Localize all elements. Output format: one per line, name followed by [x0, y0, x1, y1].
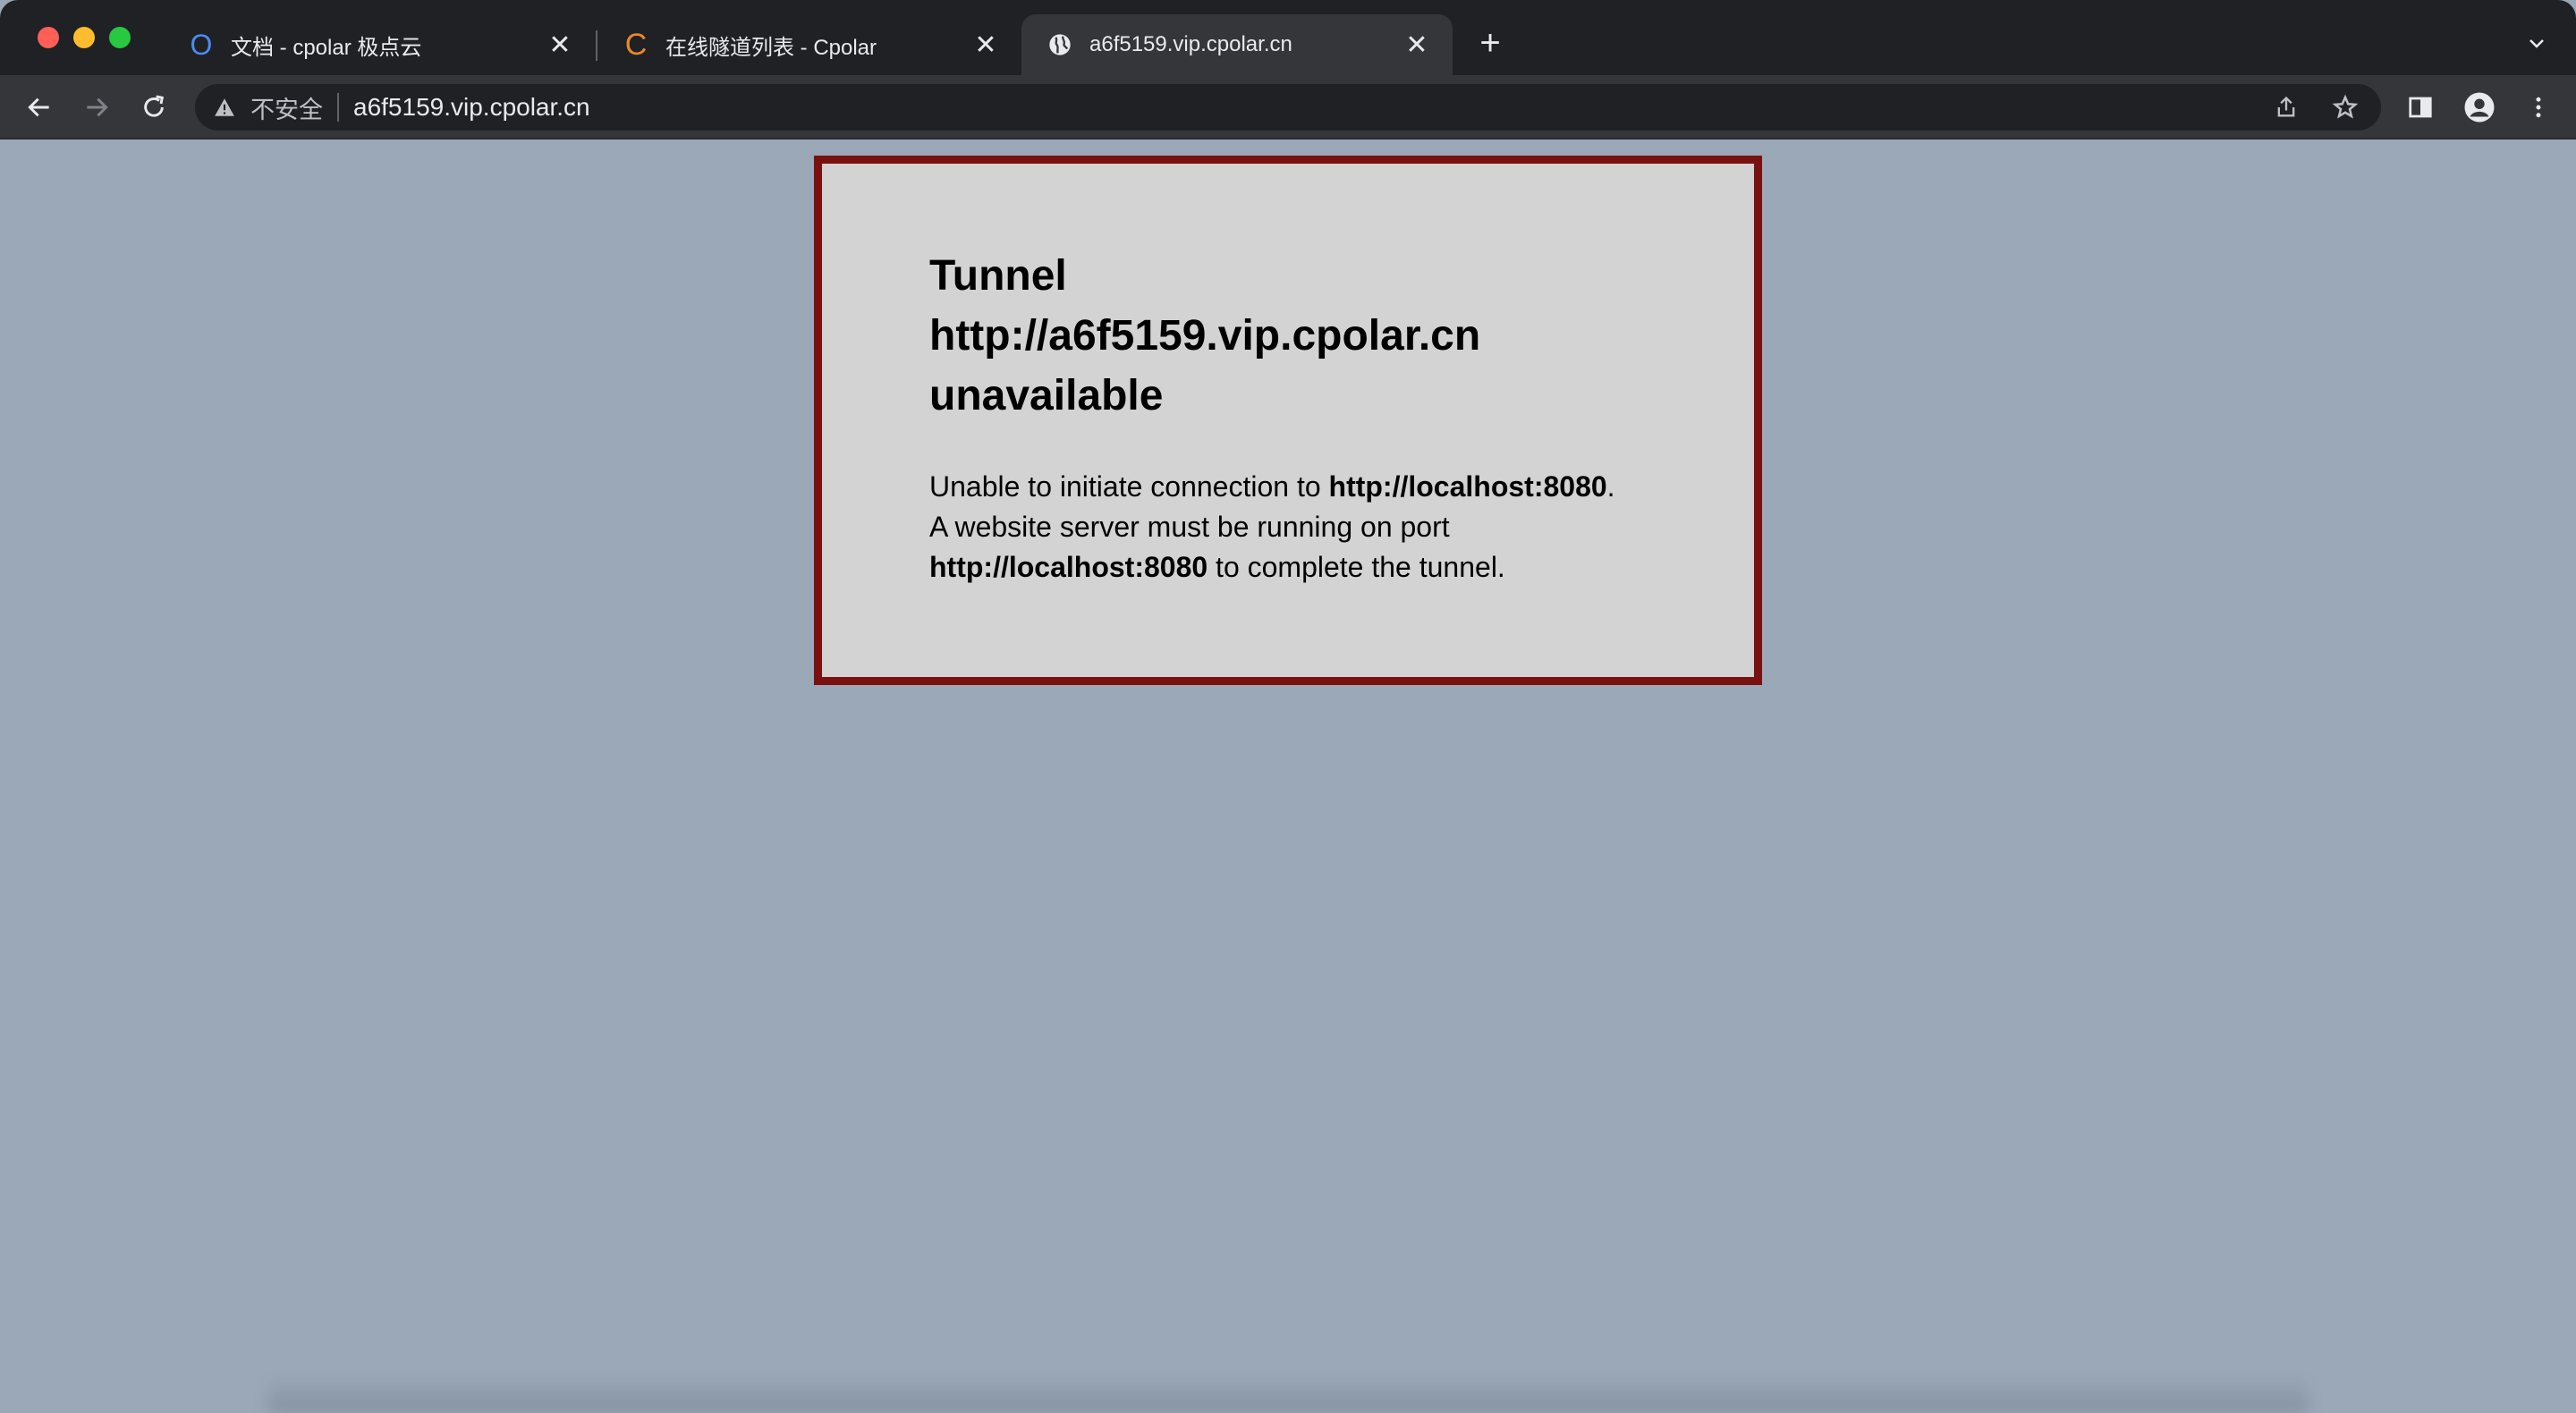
error-heading-line2: http://a6f5159.vip.cpolar.cn — [929, 312, 1481, 360]
error-heading-line3: unavailable — [929, 372, 1164, 419]
url-text[interactable]: a6f5159.vip.cpolar.cn — [353, 93, 590, 122]
forward-button[interactable] — [79, 89, 114, 125]
share-icon[interactable] — [2270, 91, 2302, 123]
error-heading-line1: Tunnel — [929, 252, 1067, 300]
tab-active-tunnel[interactable]: a6f5159.vip.cpolar.cn ✕ — [1021, 14, 1453, 75]
close-tab-icon[interactable]: ✕ — [970, 29, 1002, 61]
close-tab-icon[interactable]: ✕ — [1401, 29, 1433, 61]
error-heading: Tunnel http://a6f5159.vip.cpolar.cn unav… — [929, 246, 1502, 426]
tab-title: 文档 - cpolar 极点云 — [231, 35, 422, 60]
cpolar-docs-icon: O — [190, 28, 213, 61]
local-address-bold: http://localhost:8080 — [1328, 470, 1607, 503]
forward-arrow-icon — [87, 97, 108, 117]
globe-icon — [1046, 31, 1073, 58]
maximize-window-button[interactable] — [109, 27, 131, 48]
close-tab-icon[interactable]: ✕ — [544, 29, 576, 61]
reload-button[interactable] — [136, 89, 172, 125]
tab-tunnel-list[interactable]: C 在线隧道列表 - Cpolar ✕ — [597, 14, 1021, 75]
back-arrow-icon — [28, 97, 49, 117]
page-content: Tunnel http://a6f5159.vip.cpolar.cn unav… — [0, 141, 2576, 1413]
security-status-label[interactable]: 不安全 — [250, 90, 323, 125]
minimize-window-button[interactable] — [73, 27, 95, 48]
tab-cpolar-docs[interactable]: O 文档 - cpolar 极点云 ✕ — [163, 14, 596, 75]
reload-icon — [144, 95, 165, 117]
warning-triangle-icon[interactable] — [211, 94, 238, 121]
error-message-text: Unable to initiate connection to — [929, 470, 1329, 503]
kebab-menu-icon — [2536, 97, 2541, 118]
avatar-icon — [2464, 92, 2495, 123]
tunnel-error-panel: Tunnel http://a6f5159.vip.cpolar.cn unav… — [814, 156, 1762, 685]
profile-button[interactable] — [2462, 89, 2497, 125]
error-message: Unable to initiate connection to http://… — [929, 467, 1627, 588]
local-port-bold: http://localhost:8080 — [929, 551, 1208, 583]
omnibox-divider — [337, 93, 339, 122]
close-window-button[interactable] — [38, 27, 59, 48]
bookmark-star-icon[interactable] — [2329, 91, 2361, 123]
tab-title: a6f5159.vip.cpolar.cn — [1089, 32, 1292, 56]
new-tab-button[interactable]: + — [1472, 23, 1508, 63]
tab-strip: O 文档 - cpolar 极点云 ✕ C 在线隧道列表 - Cpolar ✕ … — [0, 0, 2576, 75]
address-bar[interactable]: 不安全 a6f5159.vip.cpolar.cn — [195, 84, 2381, 131]
error-message-text: to complete the tunnel. — [1208, 551, 1505, 583]
side-panel-icon — [2409, 97, 2432, 118]
bottom-shadow — [268, 1377, 2308, 1413]
browser-toolbar: 不安全 a6f5159.vip.cpolar.cn — [0, 75, 2576, 140]
browser-menu-button[interactable] — [2521, 89, 2556, 125]
tab-search-chevron-icon[interactable] — [2521, 27, 2553, 59]
cpolar-c-icon: C — [624, 27, 648, 62]
back-button[interactable] — [21, 89, 57, 125]
side-panel-button[interactable] — [2402, 89, 2438, 125]
tab-title: 在线隧道列表 - Cpolar — [665, 35, 877, 60]
browser-window: O 文档 - cpolar 极点云 ✕ C 在线隧道列表 - Cpolar ✕ … — [0, 0, 2576, 1413]
omnibox-actions — [2270, 91, 2361, 123]
